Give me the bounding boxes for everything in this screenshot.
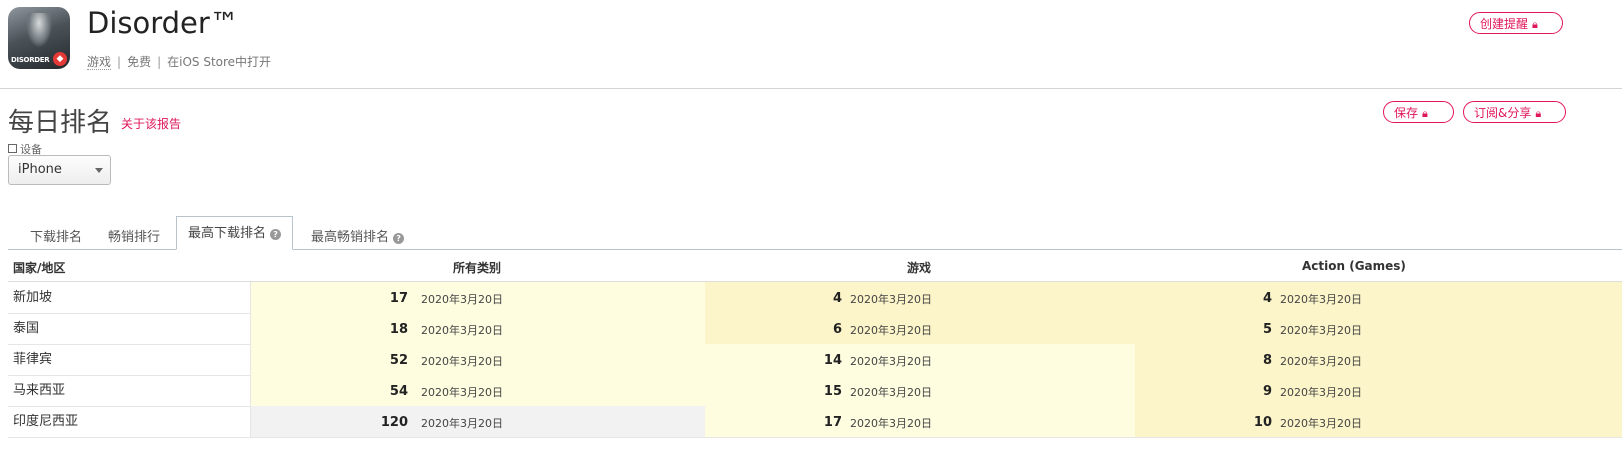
- rank-date: 2020年3月20日: [850, 293, 932, 306]
- rank-value: 17: [823, 415, 842, 430]
- table-row: 马来西亚 54 2020年3月20日 15 2020年3月20日 9 2020年3月2…: [8, 375, 1622, 407]
- rank-date: 2020年3月20日: [421, 386, 503, 399]
- rank-date: 2020年3月20日: [850, 417, 932, 430]
- rank-date: 2020年3月20日: [1280, 355, 1362, 368]
- device-select[interactable]: iPhone: [8, 155, 111, 185]
- subscribe-share-button[interactable]: 订阅&分享 🔒︎: [1463, 101, 1566, 123]
- rank-date: 2020年3月20日: [421, 293, 503, 306]
- tab-grossing-rank[interactable]: 畅销排行: [108, 226, 160, 245]
- app-icon-figure: [26, 13, 52, 47]
- subscribe-share-label: 订阅&分享: [1474, 106, 1532, 120]
- rank-date: 2020年3月20日: [850, 386, 932, 399]
- rank-cell-action: 9 2020年3月20日: [1135, 375, 1622, 406]
- table-row: 泰国 18 2020年3月20日 6 2020年3月20日 5 2020年3月20日: [8, 313, 1622, 345]
- rank-cell-all: 52 2020年3月20日: [250, 344, 706, 375]
- open-in-store-link[interactable]: 在iOS Store中打开: [167, 55, 271, 69]
- rank-date: 2020年3月20日: [421, 324, 503, 337]
- app-icon-brand-text: DISORDER: [11, 56, 50, 64]
- table-row: 印度尼西亚 120 2020年3月20日 17 2020年3月20日 10 2020年…: [8, 406, 1622, 438]
- rank-value: 4: [1262, 291, 1272, 306]
- tab-label: 下载排名: [30, 230, 83, 245]
- rank-value: 10: [1253, 415, 1272, 430]
- rank-cell-action: 5 2020年3月20日: [1135, 313, 1622, 344]
- publisher-badge-icon: ◆: [53, 52, 67, 66]
- table-row: 菲律宾 52 2020年3月20日 14 2020年3月20日 8 2020年3月20…: [8, 344, 1622, 376]
- rank-value: 54: [389, 384, 408, 399]
- help-icon[interactable]: ?: [270, 229, 282, 240]
- app-category-link[interactable]: 游戏: [87, 55, 112, 70]
- header-divider: [0, 88, 1622, 89]
- country-cell[interactable]: 印度尼西亚: [8, 406, 250, 437]
- country-cell[interactable]: 菲律宾: [8, 344, 250, 375]
- rank-date: 2020年3月20日: [1280, 293, 1362, 306]
- rank-cell-all: 17 2020年3月20日: [250, 282, 706, 313]
- rank-value: 4: [832, 291, 842, 306]
- create-alert-label: 创建提醒: [1480, 17, 1529, 31]
- rank-date: 2020年3月20日: [850, 355, 932, 368]
- table-header: 国家/地区 所有类别 游戏 Action (Games): [8, 251, 1622, 282]
- app-name: Disorder™: [87, 6, 239, 40]
- header-all-categories[interactable]: 所有类别: [453, 259, 501, 276]
- lock-icon: 🔒︎: [1535, 107, 1542, 120]
- rank-value: 17: [389, 291, 408, 306]
- create-alert-button[interactable]: 创建提醒 🔒︎: [1469, 12, 1563, 34]
- rank-cell-all: 18 2020年3月20日: [250, 313, 706, 344]
- country-cell[interactable]: 泰国: [8, 313, 250, 344]
- header-games[interactable]: 游戏: [907, 259, 931, 276]
- rank-cell-action: 10 2020年3月20日: [1135, 406, 1622, 437]
- help-icon[interactable]: ?: [393, 233, 405, 244]
- country-cell[interactable]: 马来西亚: [8, 375, 250, 406]
- app-price: 免费: [127, 55, 152, 69]
- rank-cell-games: 17 2020年3月20日: [705, 406, 1135, 437]
- app-meta: 游戏 | 免费 | 在iOS Store中打开: [87, 55, 272, 70]
- rank-date: 2020年3月20日: [421, 417, 503, 430]
- rank-value: 6: [832, 322, 842, 337]
- rank-date: 2020年3月20日: [421, 355, 503, 368]
- rank-cell-all: 120 2020年3月20日: [250, 406, 706, 437]
- rank-value: 9: [1262, 384, 1272, 399]
- rank-value: 14: [823, 353, 842, 368]
- tab-label: 最高畅销排名: [311, 230, 390, 245]
- country-cell[interactable]: 新加坡: [8, 282, 250, 313]
- rank-cell-action: 8 2020年3月20日: [1135, 344, 1622, 375]
- about-report-link[interactable]: 关于该报告: [121, 115, 181, 132]
- rank-value: 52: [389, 353, 408, 368]
- header-country[interactable]: 国家/地区: [13, 259, 65, 276]
- rank-value: 18: [389, 322, 408, 337]
- checkbox-icon: [8, 144, 17, 153]
- rank-cell-games: 4 2020年3月20日: [705, 282, 1135, 313]
- tab-top-download-rank[interactable]: 最高下载排名?: [176, 216, 294, 250]
- rank-date: 2020年3月20日: [1280, 417, 1362, 430]
- lock-icon: 🔒︎: [1422, 107, 1428, 120]
- chevron-down-icon: [95, 168, 103, 173]
- rank-date: 2020年3月20日: [1280, 386, 1362, 399]
- rank-date: 2020年3月20日: [850, 324, 932, 337]
- save-label: 保存: [1394, 106, 1419, 120]
- rank-cell-games: 14 2020年3月20日: [705, 344, 1135, 375]
- table-row: 新加坡 17 2020年3月20日 4 2020年3月20日 4 2020年3月20日: [8, 282, 1622, 314]
- page-title: 每日排名: [8, 108, 113, 138]
- rank-cell-games: 15 2020年3月20日: [705, 375, 1135, 406]
- tab-top-grossing-rank[interactable]: 最高畅销排名?: [311, 226, 405, 245]
- tab-label: 最高下载排名: [188, 226, 267, 241]
- rank-value: 5: [1262, 322, 1272, 337]
- rank-value: 8: [1262, 353, 1272, 368]
- save-button[interactable]: 保存 🔒︎: [1383, 101, 1454, 123]
- header-action-games[interactable]: Action (Games): [1302, 259, 1406, 273]
- device-select-value: iPhone: [18, 162, 62, 177]
- rank-date: 2020年3月20日: [1280, 324, 1362, 337]
- app-icon: DISORDER ◆: [8, 7, 70, 69]
- rank-cell-all: 54 2020年3月20日: [250, 375, 706, 406]
- lock-icon: 🔒︎: [1532, 18, 1538, 31]
- tab-label: 畅销排行: [108, 230, 161, 245]
- rank-cell-games: 6 2020年3月20日: [705, 313, 1135, 344]
- rank-cell-action: 4 2020年3月20日: [1135, 282, 1622, 313]
- rank-value: 15: [823, 384, 842, 399]
- rank-value: 120: [380, 415, 408, 430]
- tab-download-rank[interactable]: 下载排名: [30, 226, 82, 245]
